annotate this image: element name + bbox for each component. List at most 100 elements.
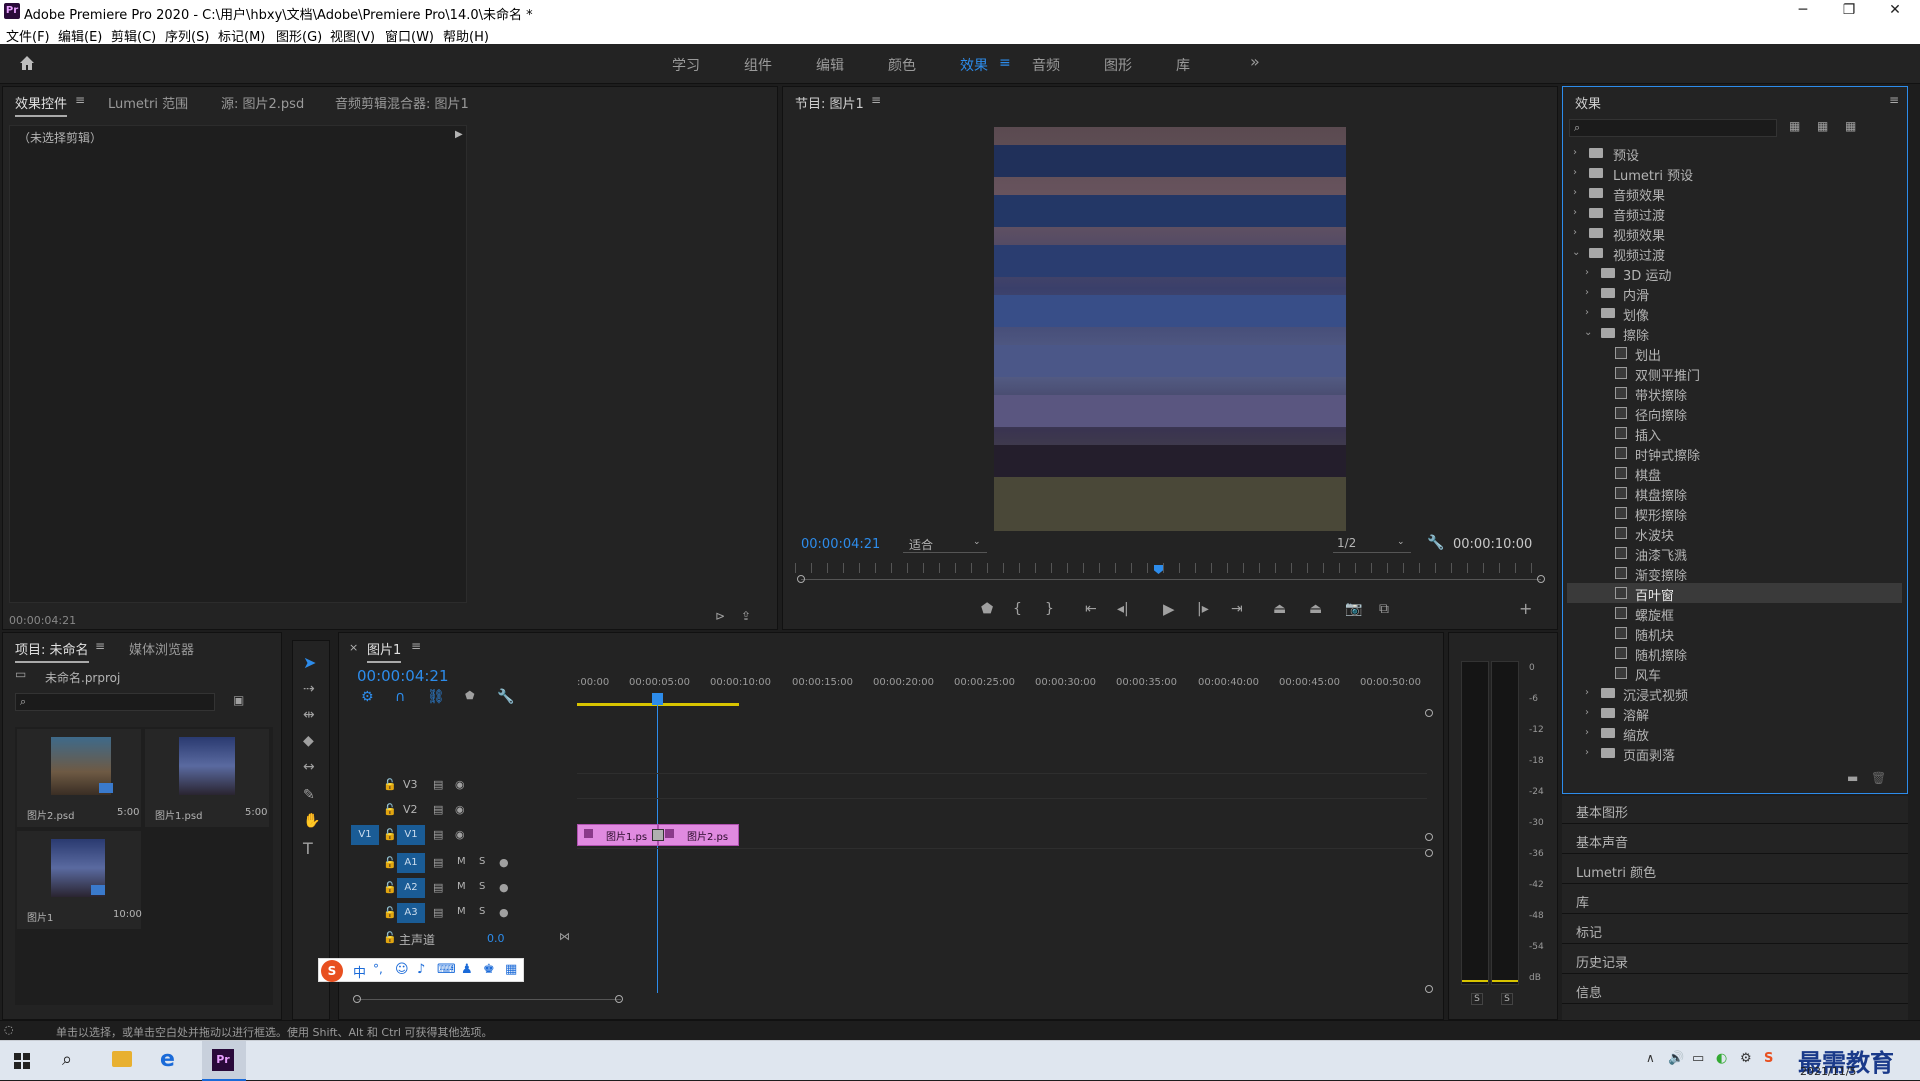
tree-row-video-effects[interactable]: › 视频效果	[1563, 223, 1898, 244]
lock-icon[interactable]: 🔓	[383, 906, 397, 919]
windows-start-icon[interactable]	[14, 1053, 30, 1069]
timeline-settings-icon[interactable]: 🔧	[497, 689, 514, 705]
comparison-view-icon[interactable]: ⧉	[1379, 601, 1389, 617]
selection-tool-icon[interactable]: ➤	[303, 653, 316, 672]
solo-right-button[interactable]: S	[1501, 993, 1513, 1005]
workspace-assembly[interactable]: 组件	[744, 55, 772, 75]
microphone-icon[interactable]: ●	[499, 856, 509, 869]
fit-dropdown[interactable]: 适合 ⌄	[903, 535, 987, 553]
solo-button[interactable]: S	[479, 856, 485, 867]
filter-icon[interactable]: ⊳	[715, 609, 725, 623]
lock-icon[interactable]: 🔓	[383, 828, 397, 841]
mark-out-icon[interactable]: }	[1045, 601, 1054, 617]
menu-help[interactable]: 帮助(H)	[443, 26, 489, 45]
nest-icon[interactable]: ⚙	[361, 689, 374, 705]
tree-row-checker-wipe[interactable]: 棋盘擦除	[1563, 483, 1898, 504]
ripple-edit-tool-icon[interactable]: ⇹	[303, 707, 315, 723]
user-icon[interactable]: ♟	[461, 962, 473, 977]
panel-essential-sound[interactable]: 基本声音	[1562, 826, 1908, 854]
linked-selection-icon[interactable]: ⛓	[427, 689, 445, 705]
tree-row-paint-splatter[interactable]: 油漆飞溅	[1563, 543, 1898, 564]
timeline-ruler[interactable]: :00:00 00:00:05:00 00:00:10:00 00:00:15:…	[577, 677, 1427, 697]
tab-lumetri-scopes[interactable]: Lumetri 范围	[108, 93, 188, 112]
skin-icon[interactable]: ♚	[483, 962, 495, 977]
tray-app-icon[interactable]: ⚙	[1740, 1051, 1752, 1066]
new-custom-bin-icon[interactable]: ▬	[1847, 771, 1858, 785]
keyboard-icon[interactable]: ⌨	[437, 962, 456, 977]
workspace-effects[interactable]: 效果	[960, 55, 988, 75]
mark-in-icon[interactable]: {	[1013, 601, 1022, 617]
tab-source[interactable]: 源: 图片2.psd	[221, 93, 304, 112]
mute-button[interactable]: M	[457, 881, 466, 892]
workspace-learn[interactable]: 学习	[672, 55, 700, 75]
effects-menu-icon[interactable]: ≡	[1889, 93, 1899, 107]
panel-essential-graphics[interactable]: 基本图形	[1562, 796, 1908, 824]
tree-row-checker-board[interactable]: 棋盘	[1563, 463, 1898, 484]
panel-markers[interactable]: 标记	[1562, 916, 1908, 944]
vertical-zoom-handle[interactable]	[1425, 985, 1433, 993]
file-explorer-icon[interactable]	[112, 1051, 132, 1067]
tree-row-pinwheel[interactable]: 风车	[1563, 663, 1898, 684]
home-icon[interactable]	[18, 54, 36, 72]
solo-left-button[interactable]: S	[1471, 993, 1483, 1005]
project-item[interactable]: 图片1.psd 5:00	[145, 729, 269, 827]
tab-program[interactable]: 节目: 图片1	[795, 93, 864, 112]
vertical-zoom-handle[interactable]	[1425, 833, 1433, 841]
tree-row-immersive-video[interactable]: › 沉浸式视频	[1563, 683, 1898, 704]
eye-icon[interactable]: ◉	[455, 778, 465, 791]
lock-icon[interactable]: 🔓	[383, 803, 397, 816]
tree-row-slide[interactable]: › 内滑	[1563, 283, 1898, 304]
tree-row-gradient-wipe[interactable]: 渐变擦除	[1563, 563, 1898, 584]
sync-lock-icon[interactable]: ▤	[433, 856, 443, 869]
export-icon[interactable]: ⇪	[741, 609, 751, 623]
sync-lock-icon[interactable]: ▤	[433, 803, 443, 816]
tree-row-3d-motion[interactable]: › 3D 运动	[1563, 263, 1898, 284]
project-menu-icon[interactable]: ≡	[95, 639, 105, 653]
collapse-arrow-icon[interactable]: ▶	[455, 129, 463, 140]
eye-icon[interactable]: ◉	[455, 803, 465, 816]
step-forward-icon[interactable]: |▸	[1197, 601, 1209, 617]
eye-icon[interactable]: ◉	[455, 828, 465, 841]
panel-libraries[interactable]: 库	[1562, 886, 1908, 914]
menu-sequence[interactable]: 序列(S)	[165, 26, 209, 45]
menu-file[interactable]: 文件(F)	[6, 26, 50, 45]
play-icon[interactable]: ▶	[1163, 600, 1175, 618]
tree-row-radial-wipe[interactable]: 径向擦除	[1563, 403, 1898, 424]
tree-row-spiral-boxes[interactable]: 螺旋框	[1563, 603, 1898, 624]
hand-tool-icon[interactable]: ✋	[303, 813, 320, 829]
tree-row-presets[interactable]: › 预设	[1563, 143, 1898, 164]
zoom-bar[interactable]	[801, 579, 1541, 580]
tree-row-wipe[interactable]: ⌄ 擦除	[1563, 323, 1898, 344]
emoji-icon[interactable]: ☺	[395, 962, 409, 977]
minimize-button[interactable]: ─	[1780, 0, 1826, 22]
tree-row-lumetri-presets[interactable]: › Lumetri 预设	[1563, 163, 1898, 184]
menu-graphics[interactable]: 图形(G)	[276, 26, 322, 45]
track-select-tool-icon[interactable]: ⇢	[303, 681, 315, 697]
tree-row-iris[interactable]: › 划像	[1563, 303, 1898, 324]
razor-tool-icon[interactable]: ◆	[303, 733, 314, 749]
timeline-clip[interactable]: 图片2.ps	[658, 824, 739, 846]
export-frame-icon[interactable]: 📷	[1345, 601, 1362, 617]
sync-lock-icon[interactable]: ▤	[433, 881, 443, 894]
timeline-clip[interactable]: 图片1.ps	[577, 824, 658, 846]
tree-row-venetian-blinds[interactable]: 百叶窗	[1567, 583, 1902, 604]
add-marker-icon[interactable]: ⬟	[981, 601, 993, 617]
microphone-icon[interactable]: ●	[499, 881, 509, 894]
toolbox-icon[interactable]: ▦	[505, 962, 517, 977]
tree-row-barn-doors[interactable]: 双侧平推门	[1563, 363, 1898, 384]
sogou-logo-icon[interactable]: S	[321, 960, 343, 982]
scroll-handle-left[interactable]	[353, 995, 361, 1003]
transition-marker[interactable]	[652, 829, 664, 841]
resolution-dropdown[interactable]: 1/2 ⌄	[1333, 535, 1411, 553]
workspace-menu-icon[interactable]: ≡	[999, 55, 1011, 71]
volume-icon[interactable]: 🔊	[1668, 1051, 1684, 1066]
ime-tray-icon[interactable]: S	[1764, 1051, 1773, 1066]
menu-edit[interactable]: 编辑(E)	[58, 26, 102, 45]
playhead-handle[interactable]	[652, 693, 663, 705]
slip-tool-icon[interactable]: ↔	[303, 759, 315, 775]
panel-menu-icon[interactable]: ≡	[75, 93, 85, 107]
extract-icon[interactable]: ⏏	[1309, 601, 1322, 617]
project-item[interactable]: 图片1 10:00	[17, 831, 142, 929]
go-to-in-icon[interactable]: ⇤	[1085, 601, 1097, 617]
tab-sequence[interactable]: 图片1	[367, 639, 402, 663]
